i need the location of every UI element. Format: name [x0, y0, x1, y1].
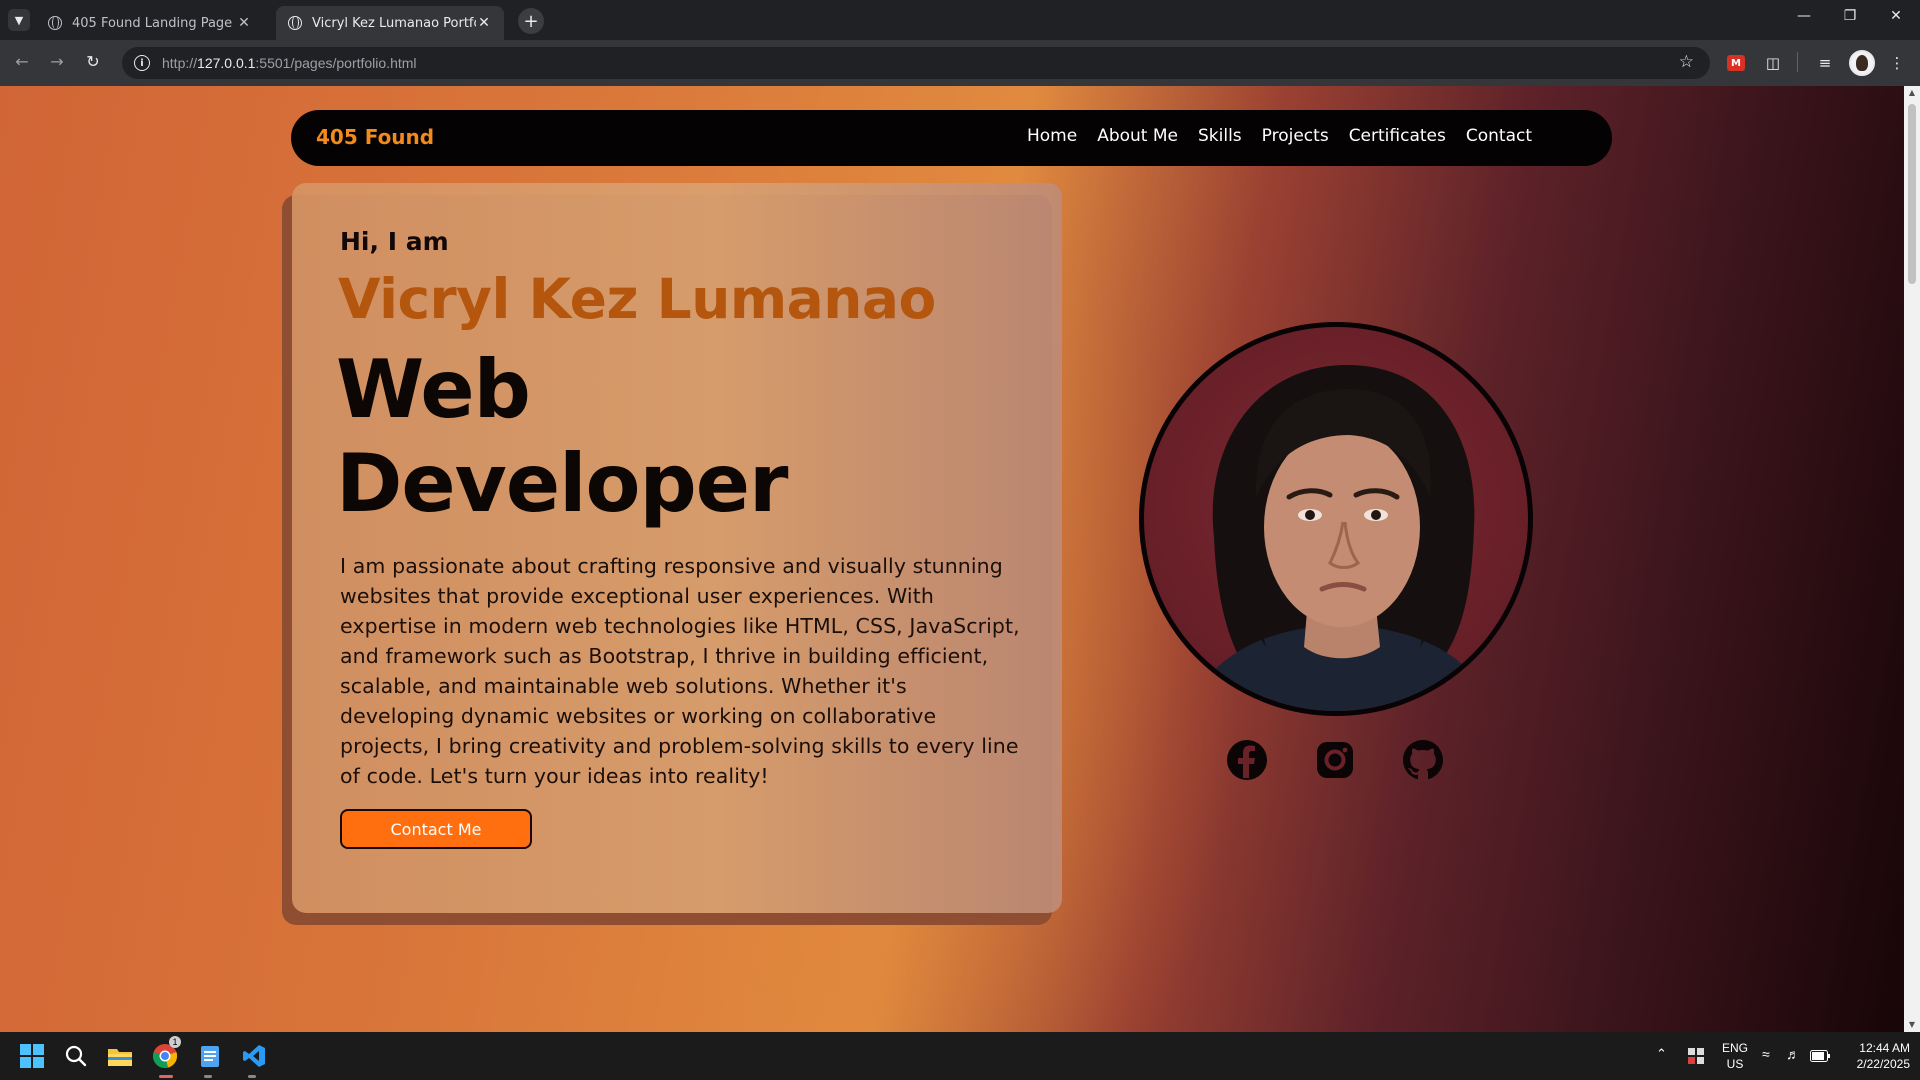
- back-button[interactable]: ←: [10, 52, 34, 71]
- browser-toolbar: ← → ↻ i http://127.0.0.1:5501/pages/port…: [0, 40, 1920, 86]
- site-info-icon[interactable]: i: [134, 55, 150, 71]
- new-tab-button[interactable]: +: [518, 8, 544, 34]
- forward-button[interactable]: →: [45, 52, 69, 71]
- chrome-badge: 1: [169, 1036, 181, 1048]
- hero-bio: I am passionate about crafting responsiv…: [340, 554, 1020, 788]
- language-indicator[interactable]: ENG US: [1722, 1040, 1748, 1072]
- scrollbar-thumb[interactable]: [1908, 104, 1916, 284]
- profile-photo: [1139, 322, 1533, 716]
- reload-button[interactable]: ↻: [81, 52, 105, 71]
- url-text: http://127.0.0.1:5501/pages/portfolio.ht…: [162, 55, 417, 71]
- clock-date: 2/22/2025: [1856, 1057, 1910, 1071]
- tab-search-button[interactable]: ▼: [8, 9, 30, 31]
- scroll-down-arrow[interactable]: ▼: [1904, 1018, 1920, 1032]
- profile-avatar[interactable]: [1849, 50, 1875, 76]
- hero-greeting: Hi, I am: [340, 227, 449, 256]
- site-brand[interactable]: 405 Found: [316, 125, 434, 149]
- notepad-icon[interactable]: [196, 1042, 224, 1070]
- reading-list-icon[interactable]: ≡: [1813, 51, 1837, 75]
- tab-landing-page[interactable]: 405 Found Landing Page ✕: [36, 6, 264, 40]
- extensions-puzzle-icon[interactable]: ◫: [1761, 51, 1785, 75]
- social-links: [1225, 738, 1445, 782]
- tab-title: 405 Found Landing Page: [72, 15, 233, 31]
- tab-title: Vicryl Kez Lumanao Portfolio: [312, 15, 476, 31]
- file-explorer-icon[interactable]: [106, 1042, 134, 1070]
- toolbar-separator: [1797, 52, 1798, 72]
- hero-role-line: Developer: [336, 437, 788, 530]
- nav-link-home[interactable]: Home: [1027, 126, 1077, 146]
- nav-link-certificates[interactable]: Certificates: [1349, 126, 1446, 146]
- tray-app-icon[interactable]: [1684, 1044, 1708, 1068]
- nav-link-contact[interactable]: Contact: [1466, 126, 1532, 146]
- search-icon[interactable]: [62, 1042, 90, 1070]
- wifi-icon[interactable]: ≈: [1762, 1046, 1770, 1062]
- instagram-icon[interactable]: [1313, 738, 1357, 782]
- address-bar[interactable]: i http://127.0.0.1:5501/pages/portfolio.…: [122, 47, 1710, 79]
- clock[interactable]: 12:44 AM 2/22/2025: [1840, 1040, 1910, 1072]
- globe-icon: [48, 16, 62, 30]
- minimize-button[interactable]: —: [1781, 8, 1827, 24]
- scroll-up-arrow[interactable]: ▲: [1904, 86, 1920, 100]
- nav-link-projects[interactable]: Projects: [1262, 126, 1329, 146]
- restore-button[interactable]: ❐: [1827, 8, 1873, 24]
- tab-portfolio[interactable]: Vicryl Kez Lumanao Portfolio ✕: [276, 6, 504, 40]
- show-hidden-icons-chevron[interactable]: ⌃: [1656, 1046, 1667, 1062]
- github-icon[interactable]: [1401, 738, 1445, 782]
- taskbar: 1 ⌃ ENG US ≈ ♬ 12:44 AM 2/22/2025: [0, 1032, 1920, 1080]
- vscode-indicator: [248, 1075, 256, 1078]
- close-icon[interactable]: ✕: [476, 15, 492, 31]
- notepad-indicator: [204, 1075, 212, 1078]
- close-window-button[interactable]: ✕: [1873, 8, 1919, 24]
- page-scrollbar[interactable]: ▲ ▼: [1904, 86, 1920, 1032]
- close-icon[interactable]: ✕: [236, 15, 252, 31]
- portrait-illustration: [1187, 364, 1496, 711]
- bookmark-star-icon[interactable]: ☆: [1679, 52, 1694, 72]
- nav-links: Home About Me Skills Projects Certificat…: [1027, 126, 1532, 146]
- extension-icon[interactable]: M: [1727, 55, 1745, 71]
- chrome-active-indicator: [159, 1075, 173, 1078]
- page-viewport: 405 Found Home About Me Skills Projects …: [0, 86, 1904, 1032]
- battery-icon[interactable]: [1808, 1044, 1832, 1068]
- vscode-icon[interactable]: [240, 1042, 268, 1070]
- hero-card: Hi, I am Vicryl Kez Lumanao Web Develope…: [292, 183, 1062, 913]
- nav-link-about[interactable]: About Me: [1097, 126, 1178, 146]
- facebook-icon[interactable]: [1225, 738, 1269, 782]
- volume-icon[interactable]: ♬: [1786, 1046, 1800, 1062]
- hero-role-line: Web: [336, 343, 531, 436]
- browser-tab-bar: ▼ 405 Found Landing Page ✕ Vicryl Kez Lu…: [0, 0, 1920, 40]
- globe-icon: [288, 16, 302, 30]
- language-line: US: [1726, 1057, 1744, 1071]
- language-line: ENG: [1722, 1041, 1749, 1055]
- contact-me-button[interactable]: Contact Me: [340, 809, 532, 849]
- clock-time: 12:44 AM: [1859, 1041, 1910, 1055]
- site-navbar: 405 Found Home About Me Skills Projects …: [291, 110, 1612, 166]
- hero-role: Web Developer: [336, 343, 936, 531]
- hero-name: Vicryl Kez Lumanao: [338, 267, 936, 331]
- windows-start-icon[interactable]: [18, 1042, 46, 1070]
- menu-dots-icon[interactable]: ⋮: [1885, 51, 1909, 75]
- nav-link-skills[interactable]: Skills: [1198, 126, 1242, 146]
